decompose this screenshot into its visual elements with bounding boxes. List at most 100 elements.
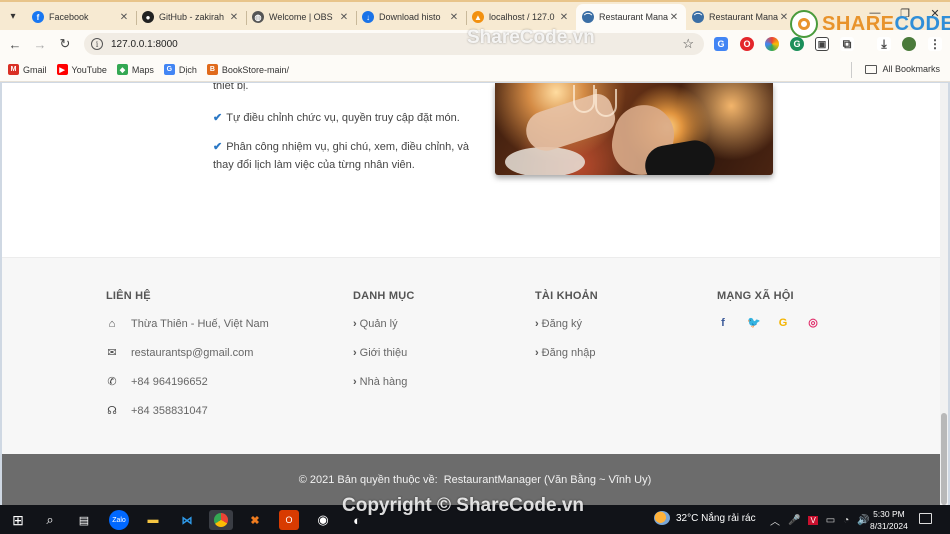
unikey-icon[interactable]: V <box>808 516 818 525</box>
translate-extension-icon[interactable]: G <box>714 37 728 51</box>
grammarly-extension-icon[interactable]: G <box>790 37 804 51</box>
footer-links-section: LIÊN HỆ ⌂ Thừa Thiên - Huế, Việt Nam ✉ rest… <box>2 257 948 454</box>
tab-close-icon[interactable]: ✕ <box>448 12 460 23</box>
file-explorer-icon[interactable]: ▬ <box>143 510 163 530</box>
downloads-icon[interactable]: ⤓ <box>877 37 891 51</box>
tab-search-chevron-icon[interactable]: ▾ <box>4 7 22 25</box>
sharecode-logo: SHARECODE.vn <box>790 10 950 38</box>
category-link[interactable]: › Giới thiệu <box>353 345 414 360</box>
obs-icon[interactable]: ◉ <box>313 510 333 530</box>
tab-close-icon[interactable]: ✕ <box>778 12 790 23</box>
chevron-right-icon: › <box>353 346 357 359</box>
tab-close-icon[interactable]: ✕ <box>668 12 680 23</box>
opera-extension-icon[interactable]: O <box>740 37 754 51</box>
social-icons: f 🐦 G ◎ <box>717 316 837 330</box>
twitter-icon[interactable]: 🐦 <box>747 316 761 329</box>
bookmark-item[interactable]: M Gmail <box>8 64 47 75</box>
contact-text: +84 358831047 <box>131 404 208 417</box>
microphone-icon[interactable]: 🎤 <box>788 515 800 526</box>
category-link-label: Nhà hàng <box>359 375 408 388</box>
vscode-icon[interactable]: ⋈ <box>177 510 197 530</box>
notification-icon[interactable] <box>919 513 932 524</box>
extensions-puzzle-icon[interactable]: ⧉ <box>840 37 854 51</box>
bookstore-icon: B <box>206 64 218 75</box>
weather-widget[interactable]: 32°C Nắng rải rác <box>654 511 756 525</box>
battery-icon[interactable]: ▭ <box>826 515 835 526</box>
phpmyadmin-icon: ▲ <box>472 11 484 23</box>
volume-icon[interactable]: 🔊 <box>857 515 869 526</box>
contact-item: ✉ restaurantsp@gmail.com <box>106 345 269 360</box>
clock[interactable]: 5:30 PM 8/31/2024 <box>870 508 908 532</box>
xampp-icon[interactable]: ✖ <box>245 510 265 530</box>
colorful-extension-icon[interactable] <box>765 37 779 51</box>
tab-close-icon[interactable]: ✕ <box>118 12 130 23</box>
facebook-icon[interactable]: f <box>717 317 729 329</box>
account-link[interactable]: › Đăng ký <box>535 316 598 331</box>
google-icon[interactable]: G <box>777 317 789 329</box>
category-link[interactable]: › Nhà hàng <box>353 374 414 389</box>
forward-arrow-icon[interactable]: → <box>31 35 49 53</box>
office-icon[interactable]: O <box>279 510 299 530</box>
watermark-bottom: Copyright © ShareCode.vn <box>342 495 585 516</box>
tab-close-icon[interactable]: ✕ <box>338 12 350 23</box>
browser-tab[interactable]: f Facebook ✕ <box>26 4 136 30</box>
browser-tab[interactable]: ◍ Welcome | OBS ✕ <box>246 4 356 30</box>
browser-tab[interactable]: ⌒ Restaurant Mana ✕ <box>686 4 796 30</box>
back-arrow-icon[interactable]: ← <box>6 35 24 53</box>
tab-title: Restaurant Mana <box>599 12 668 22</box>
plate-shape <box>505 147 585 175</box>
envelope-icon: ✉ <box>107 347 117 359</box>
browser-tab[interactable]: ● GitHub - zakirah ✕ <box>136 4 246 30</box>
folder-icon <box>865 64 878 74</box>
bookmark-item[interactable]: B BookStore-main/ <box>206 64 289 75</box>
bookmark-label: Maps <box>131 64 154 75</box>
account-link[interactable]: › Đăng nhập <box>535 345 598 360</box>
chevron-up-icon[interactable]: ︿ <box>770 513 780 528</box>
url-text[interactable]: 127.0.0.1:8000 <box>111 39 178 50</box>
bookmark-item[interactable]: G Dịch <box>163 64 197 75</box>
bookmark-item[interactable]: ▶ YouTube <box>56 64 107 75</box>
contact-text: restaurantsp@gmail.com <box>131 346 254 359</box>
zalo-icon[interactable]: Zalo <box>109 510 129 530</box>
reload-icon[interactable]: ↻ <box>56 35 74 53</box>
windows-start-icon[interactable]: ⊞ <box>8 510 28 530</box>
wine-glass-shape <box>595 89 617 117</box>
all-bookmarks-button[interactable]: All Bookmarks <box>851 62 940 78</box>
chevron-right-icon: › <box>353 317 357 330</box>
bookmark-label: Gmail <box>23 64 47 75</box>
tab-title: Download histo <box>379 12 441 22</box>
tab-title: GitHub - zakirah <box>159 12 225 22</box>
tab-close-icon[interactable]: ✕ <box>228 12 240 23</box>
address-bar[interactable]: i 127.0.0.1:8000 ☆ <box>84 33 704 55</box>
phone-icon: ✆ <box>107 376 117 388</box>
wifi-icon[interactable]: ◔ <box>843 515 849 526</box>
task-view-icon[interactable]: ▤ <box>74 510 94 530</box>
image-extension-icon[interactable]: ▣ <box>815 37 829 51</box>
tab-title: Facebook <box>49 12 89 22</box>
restaurant-icon: ⌒ <box>692 11 704 23</box>
contact-text: +84 964196652 <box>131 375 208 388</box>
profile-avatar[interactable] <box>902 37 916 51</box>
scrollbar-thumb[interactable] <box>941 413 947 505</box>
search-icon[interactable]: ⌕ <box>40 510 60 530</box>
tab-title: Welcome | OBS <box>269 12 333 22</box>
bookmark-label: BookStore-main/ <box>221 64 289 75</box>
clock-time: 5:30 PM <box>873 509 905 519</box>
sharecode-logo-text: SHARECODE.vn <box>822 12 950 35</box>
feature-text-fragment: thiết bị. <box>213 83 249 92</box>
feature-item: ✔ Phân công nhiệm vụ, ghi chú, xem, điều … <box>213 138 473 174</box>
chrome-icon[interactable] <box>209 510 233 530</box>
page-scrollbar[interactable] <box>940 83 948 505</box>
chevron-right-icon: › <box>535 346 539 359</box>
tab-close-icon[interactable]: ✕ <box>558 12 570 23</box>
all-bookmarks-label: All Bookmarks <box>882 64 940 74</box>
bookmark-item[interactable]: ◆ Maps <box>116 64 154 75</box>
bookmark-star-icon[interactable]: ☆ <box>682 36 694 52</box>
browser-tab[interactable]: ↓ Download histo ✕ <box>356 4 466 30</box>
headset-icon: ☊ <box>107 405 117 417</box>
site-info-icon[interactable]: i <box>91 38 103 50</box>
menu-kebab-icon[interactable]: ⋮ <box>928 37 942 51</box>
category-link[interactable]: › Quản lý <box>353 316 414 331</box>
instagram-icon[interactable]: ◎ <box>807 316 819 329</box>
account-column: TÀI KHOẢN › Đăng ký › Đăng nhập <box>535 290 598 374</box>
